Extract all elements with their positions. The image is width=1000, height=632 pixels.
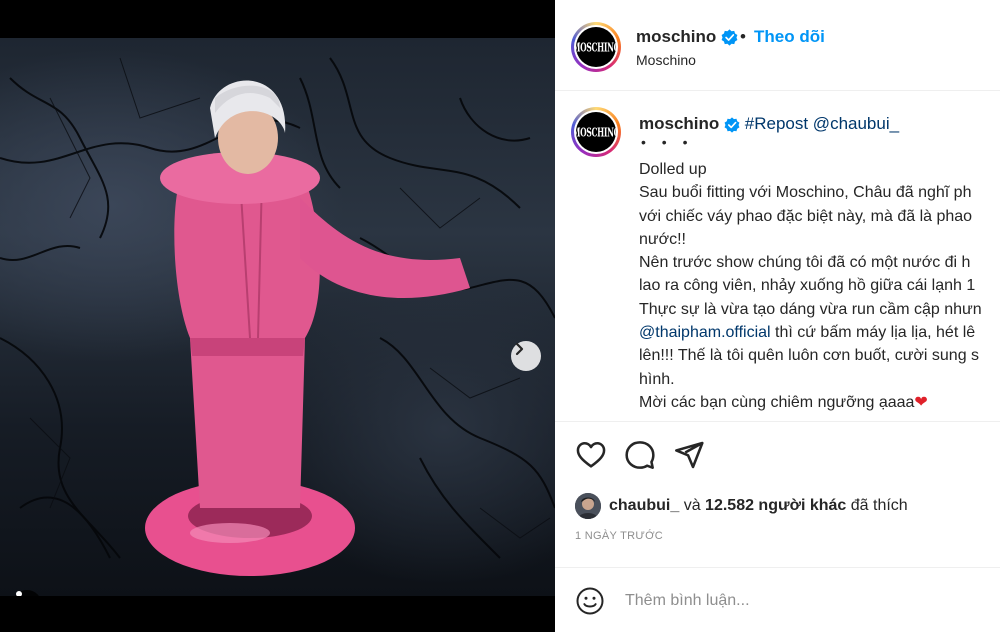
post-photo[interactable] — [0, 38, 555, 620]
caption-line: Sau buổi fitting với Moschino, Châu đã n… — [639, 184, 972, 202]
liker-photo — [575, 493, 601, 519]
caption-line-with-emoji: Mời các bạn cùng chiêm ngưỡng ạaaa❤ — [639, 391, 1000, 414]
moschino-logo: MOSCHINO — [576, 39, 616, 55]
caption-line: hình. — [639, 370, 675, 388]
mention-link[interactable]: @thaipham.official — [639, 324, 771, 341]
likes-count-link[interactable]: 12.582 người khác — [705, 497, 846, 515]
comment-bar — [555, 567, 1000, 632]
chevron-right-icon — [515, 342, 524, 356]
verified-badge-icon — [724, 116, 740, 133]
emoji-picker-button[interactable] — [575, 586, 605, 616]
caption-line: lao ra công viên, nhảy xuống hồ giữa cái… — [639, 277, 976, 295]
caption-username-link[interactable]: moschino — [639, 114, 719, 133]
media-top-border — [0, 0, 555, 38]
caption-line-with-mention: @thaipham.official thì cứ bấm máy lịa lị… — [639, 321, 1000, 344]
post-caption: MOSCHINO moschino #Repost @chaubui_ • • … — [555, 92, 1000, 422]
verified-badge-icon — [721, 29, 738, 46]
like-button[interactable] — [575, 439, 607, 471]
caption-avatar-border: MOSCHINO — [574, 110, 618, 154]
caption-line-fragment: Mời các bạn cùng chiêm ngưỡng ạaaa — [639, 393, 915, 411]
post-header: MOSCHINO moschino • Theo dõi Moschino — [555, 0, 1000, 91]
caption-line: Nên trước show chúng tôi đã có một nước … — [639, 254, 971, 272]
caption-line: với chiếc váy phao đặc biệt này, mà đã l… — [639, 207, 973, 225]
heart-icon — [576, 442, 606, 468]
likes-suffix: đã thích — [850, 497, 908, 514]
caption-line: Thực sự là vừa tạo dáng vừa run cầm cập … — [639, 300, 982, 318]
follow-button[interactable]: Theo dõi — [754, 27, 825, 47]
header-separator: • — [740, 27, 746, 46]
caption-moschino-logo: MOSCHINO — [576, 124, 616, 140]
next-image-button[interactable] — [511, 341, 541, 371]
repost-hashtag-link[interactable]: #Repost @chaubui_ — [745, 114, 899, 133]
account-subtitle[interactable]: Moschino — [636, 52, 696, 68]
caption-header: moschino #Repost @chaubui_ — [639, 114, 899, 134]
comment-button[interactable] — [624, 439, 656, 471]
post-actions — [555, 423, 1000, 493]
comment-bubble-icon — [625, 441, 655, 469]
caption-line: lên!!! Thế là tôi quên luôn cơn buốt, cư… — [639, 347, 980, 365]
caption-avatar[interactable]: MOSCHINO — [571, 107, 621, 157]
likes-summary: chaubui_ và 12.582 người khác đã thích — [575, 492, 995, 520]
paper-plane-icon — [675, 441, 704, 469]
heart-emoji-icon: ❤ — [914, 393, 928, 411]
caption-line: Dolled up — [639, 161, 707, 178]
likes-connector: và — [683, 497, 701, 514]
avatar[interactable]: MOSCHINO — [571, 22, 621, 72]
caption-line-fragment: thì cứ bấm máy lịa lịa, hét lê — [775, 324, 976, 342]
media-bottom-border — [0, 596, 555, 632]
post-timestamp[interactable]: 1 NGÀY TRƯỚC — [575, 530, 663, 542]
smiley-icon — [576, 587, 604, 615]
liker-username-link[interactable]: chaubui_ — [609, 497, 679, 515]
caption-dots: • • • — [641, 134, 694, 150]
username-text: moschino — [636, 27, 717, 46]
avatar-image: MOSCHINO — [576, 27, 616, 67]
post-sidebar: MOSCHINO moschino • Theo dõi Moschino MO… — [555, 0, 1000, 632]
post-media — [0, 0, 555, 632]
caption-avatar-image: MOSCHINO — [576, 112, 616, 152]
avatar-border: MOSCHINO — [574, 25, 618, 69]
caption-line: nước!! — [639, 230, 686, 248]
caption-text: Dolled up Sau buổi fitting với Moschino,… — [639, 158, 1000, 414]
photo-illustration — [0, 57, 555, 576]
liker-avatar[interactable] — [575, 493, 601, 519]
comment-input[interactable] — [625, 588, 985, 614]
instagram-post-modal: MOSCHINO moschino • Theo dõi Moschino MO… — [0, 0, 1000, 632]
share-button[interactable] — [673, 439, 705, 471]
username-link[interactable]: moschino — [636, 27, 738, 47]
